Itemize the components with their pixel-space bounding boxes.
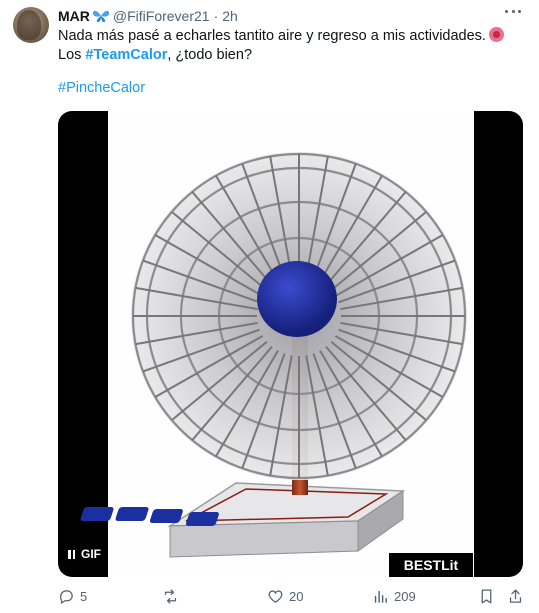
fan-illustration: [80, 152, 467, 558]
gif-badge[interactable]: GIF: [68, 547, 101, 561]
avatar[interactable]: [13, 7, 49, 43]
media-gif[interactable]: GIF BESTLit: [58, 111, 523, 577]
share-button[interactable]: [507, 586, 524, 606]
reply-icon: [60, 589, 73, 604]
like-count: 20: [289, 588, 304, 604]
emoji-icon: [488, 27, 504, 42]
hashtag-teamcalor[interactable]: #TeamCalor: [85, 47, 167, 63]
timestamp[interactable]: 2h: [222, 8, 238, 24]
butterfly-icon: [92, 10, 110, 22]
share-icon: [509, 588, 522, 603]
tweet-text: Nada más pasé a echarles tantito aire y …: [58, 27, 518, 65]
bookmark-button[interactable]: [478, 586, 495, 606]
views-button[interactable]: 209: [372, 586, 416, 606]
tweet-header: MAR @FifiForever21 · 2h: [58, 7, 238, 25]
like-button[interactable]: 20: [267, 586, 303, 606]
display-name[interactable]: MAR: [58, 8, 90, 24]
action-bar: 5 20 209: [58, 586, 528, 606]
text-line-1: Nada más pasé a echarles tantito aire y …: [58, 28, 486, 44]
more-icon[interactable]: [505, 10, 521, 16]
hashtag-pinchecalor[interactable]: #PincheCalor: [58, 80, 145, 96]
bookmark-icon: [481, 588, 492, 604]
reply-button[interactable]: 5: [58, 586, 87, 606]
separator-dot: ·: [213, 8, 219, 24]
user-handle[interactable]: @FifiForever21: [113, 8, 210, 24]
reply-count: 5: [80, 588, 88, 604]
pause-icon[interactable]: [68, 549, 75, 559]
retweet-button[interactable]: [162, 586, 184, 606]
views-count: 209: [394, 588, 416, 604]
views-icon: [374, 590, 387, 603]
heart-icon: [268, 589, 283, 603]
text-line-2-prefix: Los: [58, 47, 86, 63]
tweet[interactable]: MAR @FifiForever21 · 2h Nada más pasé a …: [0, 0, 539, 613]
gif-label: GIF: [81, 547, 101, 561]
text-line-2-suffix: , ¿todo bien?: [167, 47, 253, 63]
watermark: BESTLit: [389, 553, 473, 577]
retweet-icon: [164, 588, 177, 604]
